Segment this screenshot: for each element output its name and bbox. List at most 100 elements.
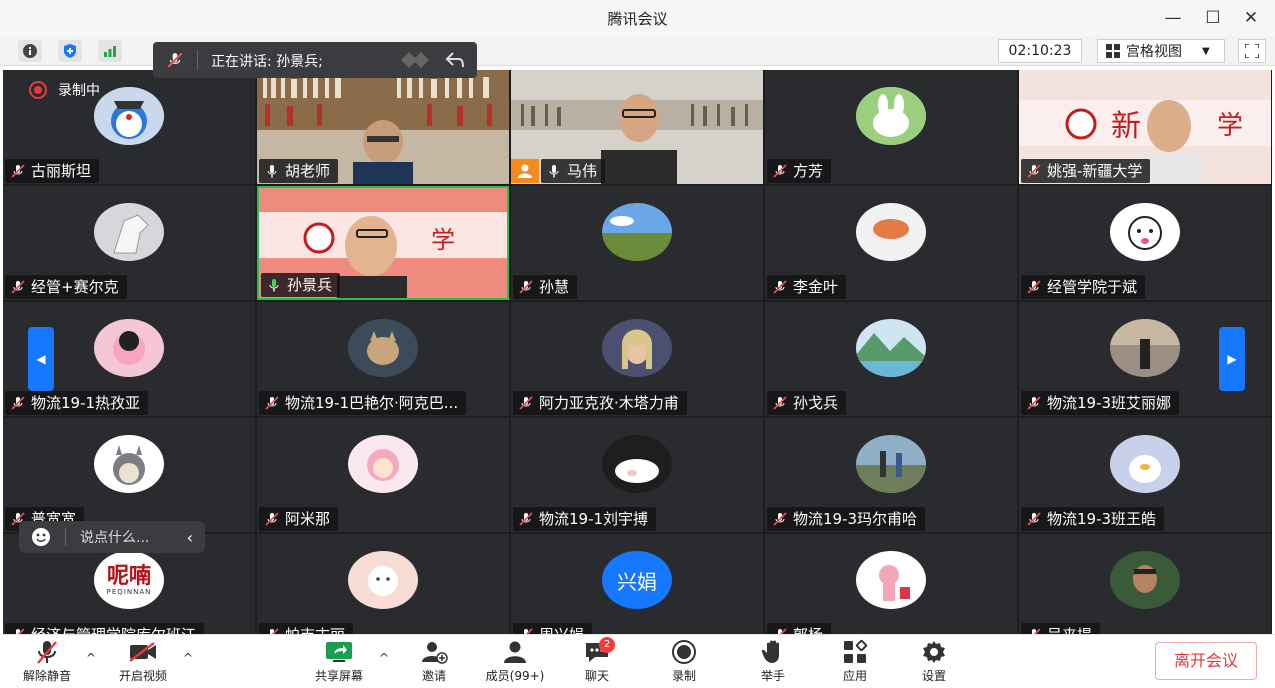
grid-view-icon [1106, 44, 1120, 58]
chat-quick-input[interactable]: 说点什么... ‹ [19, 521, 205, 553]
record-button[interactable]: 录制 [649, 639, 719, 687]
participant-tile[interactable]: 阿力亚克孜·木塔力甫 [511, 302, 763, 416]
info-icon[interactable] [18, 40, 42, 62]
svg-text:新: 新 [1111, 109, 1141, 144]
chevron-left-icon[interactable]: ‹ [187, 528, 193, 547]
gear-icon [923, 641, 945, 663]
participant-name: 吴来提 [1021, 623, 1101, 634]
chevron-down-icon: ▼ [1202, 45, 1210, 57]
participant-name: 李金叶 [767, 275, 847, 299]
peach-avatar [856, 203, 926, 261]
minimize-icon[interactable]: — [1160, 6, 1186, 30]
participant-tile[interactable]: 物流19-3班王皓 [1019, 418, 1271, 532]
apps-button[interactable]: 应用 [820, 639, 890, 687]
members-button[interactable]: 成员(99+) [480, 639, 550, 687]
street-photo-avatar [1110, 319, 1180, 377]
window-title: 腾讯会议 [607, 10, 668, 28]
divider [65, 528, 66, 546]
initials-avatar: 兴娟 [602, 551, 672, 609]
mic-muted-icon [1027, 280, 1041, 294]
apps-icon [844, 639, 868, 663]
participant-tile[interactable]: 孙戈兵 [765, 302, 1017, 416]
mic-icon [267, 165, 277, 178]
next-page-button[interactable]: ▶ [1219, 327, 1245, 391]
maximize-icon[interactable]: ☐ [1200, 6, 1226, 30]
chat-button[interactable]: 聊天 [562, 639, 632, 687]
close-icon[interactable]: ✕ [1238, 6, 1264, 30]
emoji-icon[interactable] [31, 527, 51, 547]
participant-tile[interactable]: 方芳 [765, 70, 1017, 184]
mic-muted-icon [1027, 396, 1041, 410]
prev-page-button[interactable]: ◀ [28, 327, 54, 391]
participant-name: 阿米那 [259, 507, 339, 531]
unmute-button[interactable]: 解除静音 [12, 639, 82, 687]
girl-illustration-avatar [856, 551, 926, 609]
participant-tile[interactable]: 经管学院于斌 [1019, 186, 1271, 300]
speaker-waveform-icon [401, 52, 429, 68]
text-avatar: 呢喃 PEQINNAN [94, 551, 164, 609]
participant-name: 物流19-1巴艳尔·阿克巴... [259, 391, 467, 415]
chevron-up-icon[interactable]: ^ [86, 651, 96, 665]
participant-name: 孙戈兵 [767, 391, 847, 415]
participant-name: 物流19-3玛尔甫哈 [767, 507, 926, 531]
duck-avatar [1110, 435, 1180, 493]
participant-tile[interactable]: 普宽宽 [3, 418, 255, 532]
participant-tile[interactable]: 孙慧 [511, 186, 763, 300]
participant-name: 胡老师 [259, 159, 339, 183]
collapse-arrow-icon[interactable] [445, 51, 465, 69]
participant-tile[interactable]: 马伟 [511, 70, 763, 184]
raise-hand-button[interactable]: 举手 [738, 639, 808, 687]
participant-tile-active-speaker[interactable]: 学 孙景兵 [257, 186, 509, 300]
participant-tile[interactable]: 物流19-1巴艳尔·阿克巴... [257, 302, 509, 416]
speaking-label: 正在讲话: 孙景兵; [211, 54, 323, 70]
share-screen-button[interactable]: 共享屏幕 [304, 639, 374, 687]
fullscreen-button[interactable] [1238, 39, 1266, 63]
participant-tile[interactable]: 新 学 姚强-新疆大学 [1019, 70, 1271, 184]
horse-avatar [94, 203, 164, 261]
mic-muted-icon [11, 396, 25, 410]
bottom-toolbar: 解除静音 ^ 开启视频 ^ 共享屏幕 ^ 邀请 成员(99+) 聊天 录制 举手… [0, 634, 1275, 688]
title-bar: 腾讯会议 — ☐ ✕ [0, 0, 1275, 36]
meeting-timer: 02:10:23 [998, 39, 1082, 63]
participant-tile[interactable]: 李金叶 [765, 186, 1017, 300]
participant-tile[interactable]: 郭杨 [765, 534, 1017, 634]
pink-character-avatar [94, 319, 164, 377]
participant-name: 经管学院于斌 [1021, 275, 1146, 299]
leave-meeting-button[interactable]: 离开会议 [1155, 642, 1257, 680]
participant-tile[interactable]: 胡老师 [257, 70, 509, 184]
participant-name: 经管+赛尔克 [5, 275, 127, 299]
view-mode-select[interactable]: 宫格视图 ▼ [1097, 39, 1225, 63]
participant-name: 孙景兵 [261, 273, 341, 297]
participant-name: 马伟 [541, 159, 606, 183]
mic-muted-icon [519, 280, 533, 294]
participant-tile[interactable]: 阿米那 [257, 418, 509, 532]
participant-tile[interactable]: 物流19-3玛尔甫哈 [765, 418, 1017, 532]
start-video-button[interactable]: 开启视频 [108, 639, 178, 687]
chevron-right-icon: ▶ [1227, 352, 1237, 366]
security-shield-icon[interactable] [58, 40, 82, 62]
participant-tile[interactable]: 经管+赛尔克 [3, 186, 255, 300]
anime-girl-avatar [348, 435, 418, 493]
participant-name: 帕吉古丽 [259, 623, 354, 634]
participant-tile[interactable]: 帕吉古丽 [257, 534, 509, 634]
record-dot-icon [29, 81, 47, 99]
invite-button[interactable]: 邀请 [399, 639, 469, 687]
portrait-avatar [602, 319, 672, 377]
participant-name: 物流19-1热孜亚 [5, 391, 149, 415]
mic-muted-icon [1027, 164, 1041, 178]
participant-name: 物流19-3班王皓 [1021, 507, 1165, 531]
mic-icon [549, 165, 559, 178]
chevron-up-icon[interactable]: ^ [379, 651, 389, 665]
participant-tile[interactable]: 兴娟 周兴娟 [511, 534, 763, 634]
participant-tile[interactable]: 吴来提 [1019, 534, 1271, 634]
participant-name: 方芳 [767, 159, 832, 183]
signal-icon[interactable] [98, 40, 122, 62]
share-screen-icon [326, 642, 352, 662]
chevron-up-icon[interactable]: ^ [183, 651, 193, 665]
participant-tile[interactable]: 物流19-1刘宇搏 [511, 418, 763, 532]
mic-muted-icon [519, 396, 533, 410]
participant-name: 孙慧 [513, 275, 578, 299]
cartoon-cat-avatar [1110, 203, 1180, 261]
mountain-lake-avatar [856, 319, 926, 377]
settings-button[interactable]: 设置 [899, 639, 969, 687]
